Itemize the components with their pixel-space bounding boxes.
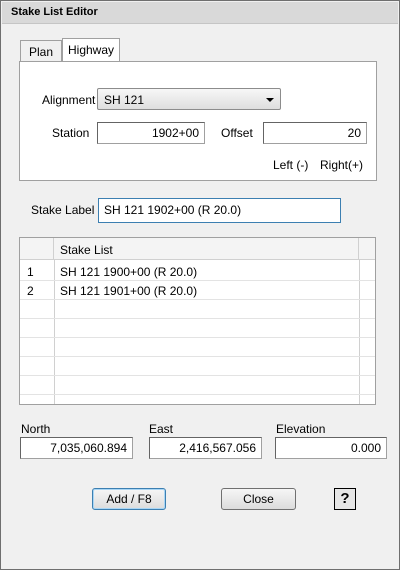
row-stake-text: SH 121 1901+00 (R 20.0) <box>60 284 198 298</box>
elevation-field[interactable]: 0.000 <box>275 437 387 459</box>
stake-label-input[interactable]: SH 121 1902+00 (R 20.0) <box>98 198 341 223</box>
chevron-down-icon <box>266 98 274 102</box>
help-button[interactable]: ? <box>334 488 356 510</box>
elevation-label: Elevation <box>276 422 326 436</box>
left-hint: Left (-) <box>273 158 309 172</box>
alignment-value: SH 121 <box>104 93 145 107</box>
table-header-row: Stake List <box>20 238 375 260</box>
header-num-cell <box>20 238 54 259</box>
table-row-empty <box>20 319 375 338</box>
table-row[interactable]: 2 SH 121 1901+00 (R 20.0) <box>20 281 375 300</box>
tab-highway-label: Highway <box>67 43 115 57</box>
stake-list-header: Stake List <box>60 243 113 257</box>
add-button[interactable]: Add / F8 <box>92 488 166 510</box>
stake-label-label: Stake Label <box>31 203 95 217</box>
title-bar: Stake List Editor <box>2 2 398 24</box>
alignment-dropdown[interactable]: SH 121 <box>97 88 281 110</box>
row-stake-text: SH 121 1900+00 (R 20.0) <box>60 265 198 279</box>
tab-highway[interactable]: Highway <box>62 38 120 62</box>
offset-label: Offset <box>221 126 253 140</box>
north-label: North <box>21 422 51 436</box>
north-field: 7,035,060.894 <box>20 437 133 459</box>
row-number: 1 <box>27 265 34 279</box>
table-row-empty <box>20 300 375 319</box>
table-row-empty <box>20 376 375 395</box>
east-label: East <box>149 422 174 436</box>
stake-list-table[interactable]: Stake List 1 SH 121 1900+00 (R 20.0) 2 S… <box>19 237 376 405</box>
header-stake-list-cell[interactable]: Stake List <box>54 238 359 259</box>
alignment-label: Alignment <box>42 93 96 107</box>
table-row[interactable]: 1 SH 121 1900+00 (R 20.0) <box>20 262 375 281</box>
tab-plan[interactable]: Plan <box>20 40 62 62</box>
table-row-empty <box>20 357 375 376</box>
east-field: 2,416,567.056 <box>149 437 262 459</box>
question-mark-icon: ? <box>340 490 350 507</box>
station-input[interactable]: 1902+00 <box>97 122 205 144</box>
stake-list-editor-window: Stake List Editor Plan Highway Alignment… <box>0 0 400 570</box>
window-title: Stake List Editor <box>11 6 98 18</box>
table-row-empty <box>20 338 375 357</box>
offset-input[interactable]: 20 <box>263 122 367 144</box>
tab-plan-label: Plan <box>28 45 54 59</box>
row-number: 2 <box>27 284 34 298</box>
close-button[interactable]: Close <box>221 488 296 510</box>
right-hint: Right(+) <box>320 158 364 172</box>
station-label: Station <box>52 126 90 140</box>
